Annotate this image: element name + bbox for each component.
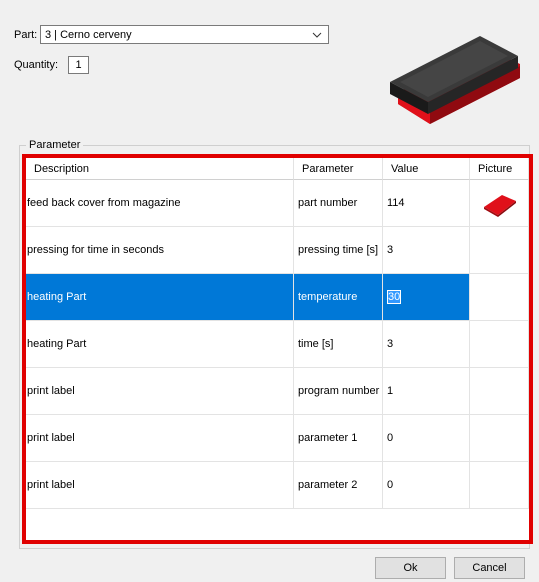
column-header-description[interactable]: Description — [26, 158, 294, 180]
cell-description[interactable]: print label — [26, 368, 294, 415]
value-edit-text: 30 — [388, 291, 401, 303]
cell-description[interactable]: pressing for time in seconds — [26, 227, 294, 274]
value-edit-field[interactable]: 30 — [387, 290, 402, 304]
table-row[interactable]: print label parameter 1 0 — [26, 415, 529, 462]
cell-description[interactable]: print label — [26, 462, 294, 509]
cell-picture[interactable] — [470, 368, 529, 415]
part-select-value: 3 | Cerno cerveny — [45, 29, 132, 41]
column-header-value[interactable]: Value — [383, 158, 470, 180]
cell-value[interactable]: 1 — [383, 368, 470, 415]
parameter-group-title: Parameter — [26, 138, 84, 152]
cell-value[interactable]: 0 — [383, 415, 470, 462]
part-label: Part: — [14, 29, 38, 41]
cell-parameter[interactable]: part number — [294, 180, 383, 227]
cell-description[interactable]: heating Part — [26, 274, 294, 321]
cell-description[interactable]: print label — [26, 415, 294, 462]
table-row[interactable]: print label parameter 2 0 — [26, 462, 529, 509]
part-select[interactable]: 3 | Cerno cerveny — [40, 25, 329, 44]
quantity-field[interactable]: 1 — [68, 56, 89, 74]
cell-parameter[interactable]: parameter 1 — [294, 415, 383, 462]
cell-picture[interactable] — [470, 180, 529, 227]
cell-value[interactable]: 0 — [383, 462, 470, 509]
column-header-parameter[interactable]: Parameter — [294, 158, 383, 180]
parameter-grid[interactable]: Description Parameter Value Picture feed… — [22, 154, 533, 544]
cell-picture[interactable] — [470, 321, 529, 368]
cell-parameter[interactable]: temperature — [294, 274, 383, 321]
cell-picture[interactable] — [470, 462, 529, 509]
table-row[interactable]: pressing for time in seconds pressing ti… — [26, 227, 529, 274]
table-row-selected[interactable]: heating Part temperature 30 — [26, 274, 529, 321]
quantity-label: Quantity: — [14, 59, 59, 71]
cancel-button[interactable]: Cancel — [454, 557, 525, 579]
cell-description[interactable]: heating Part — [26, 321, 294, 368]
ok-button[interactable]: Ok — [375, 557, 446, 579]
grid-header: Description Parameter Value Picture — [26, 158, 529, 180]
cell-picture[interactable] — [470, 274, 529, 321]
table-row[interactable]: print label program number 1 — [26, 368, 529, 415]
cell-picture[interactable] — [470, 227, 529, 274]
cell-value[interactable]: 3 — [383, 227, 470, 274]
cell-parameter[interactable]: program number — [294, 368, 383, 415]
part-3d-preview — [390, 36, 520, 124]
red-part-icon — [484, 195, 516, 217]
cell-picture[interactable] — [470, 415, 529, 462]
table-row[interactable]: heating Part time [s] 3 — [26, 321, 529, 368]
column-header-picture[interactable]: Picture — [470, 158, 529, 180]
cell-value[interactable]: 114 — [383, 180, 470, 227]
cell-description[interactable]: feed back cover from magazine — [26, 180, 294, 227]
cell-value[interactable]: 3 — [383, 321, 470, 368]
table-row[interactable]: feed back cover from magazine part numbe… — [26, 180, 529, 227]
cell-parameter[interactable]: parameter 2 — [294, 462, 383, 509]
cell-value-editor[interactable]: 30 — [383, 274, 470, 321]
cell-parameter[interactable]: time [s] — [294, 321, 383, 368]
cell-parameter[interactable]: pressing time [s] — [294, 227, 383, 274]
chevron-down-icon[interactable] — [312, 29, 322, 41]
